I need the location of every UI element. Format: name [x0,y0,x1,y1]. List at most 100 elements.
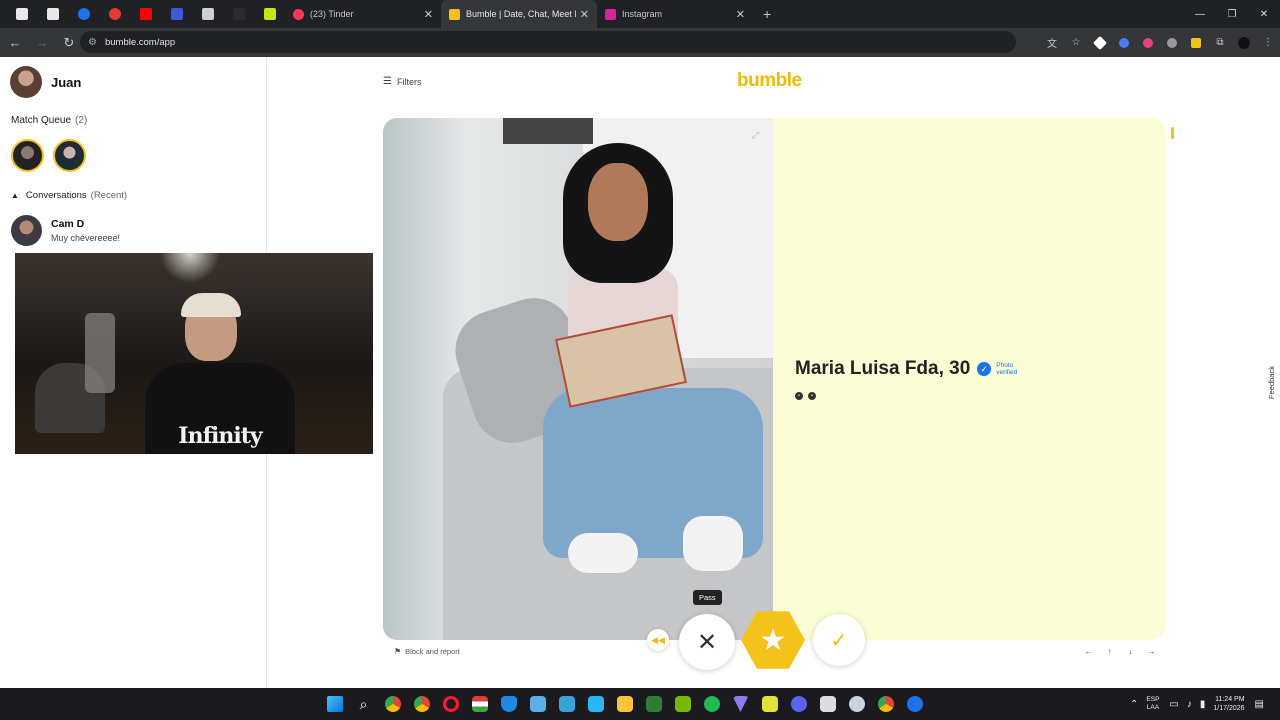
tab-instagram[interactable]: Instagram ✕ [597,0,753,28]
star-icon: ★ [759,623,787,657]
taskbar-app[interactable] [494,688,523,720]
taskbar-app[interactable] [523,688,552,720]
conversation-item[interactable]: Cam D Muy chévereeee! [11,215,120,246]
pass-button[interactable]: ✕ [679,614,735,670]
verified-label: Photo verified [996,362,1018,376]
app-icon [761,696,778,712]
rewind-icon: ◀◀ [651,634,665,645]
taskbar-app[interactable] [552,688,581,720]
steam-icon [848,696,865,712]
taskbar-app[interactable] [378,688,407,720]
rewind-button[interactable]: ◀◀ [647,629,669,651]
match-queue-avatar[interactable] [53,139,86,172]
forward-icon[interactable]: → [30,31,54,55]
extension-icon[interactable] [1112,31,1136,55]
conversation-name: Cam D [51,218,85,230]
taskbar-app[interactable] [842,688,871,720]
extension-icon[interactable] [1184,31,1208,55]
pinned-tab[interactable] [223,0,254,28]
start-button[interactable] [320,688,349,720]
feedback-label: Feedback [1266,365,1276,399]
tab-favicon-icon [77,8,90,20]
volume-icon[interactable]: ♪ [1187,699,1192,710]
taskbar-app[interactable] [871,688,900,720]
restore-icon[interactable]: ❐ [1216,0,1248,28]
tab-favicon-icon [15,8,28,20]
tab-bumble[interactable]: Bumble | Date, Chat, Meet New ✕ [441,0,597,28]
taskbar-app[interactable] [813,688,842,720]
reload-icon[interactable]: ↻ [57,31,81,55]
like-button[interactable]: ✓ [813,614,865,666]
close-window-icon[interactable]: ✕ [1248,0,1280,28]
expand-icon[interactable]: ⤢ [752,130,759,141]
taskbar-app[interactable] [639,688,668,720]
search-button[interactable]: ⌕ [349,688,378,720]
taskbar-app[interactable] [784,688,813,720]
profile-avatar-icon[interactable] [1232,31,1256,55]
pinned-tab[interactable] [254,0,285,28]
close-tab-icon[interactable]: ✕ [736,8,745,21]
user-profile-link[interactable]: Juan [10,66,81,98]
arrow-up-icon: ↑ [1107,647,1112,656]
browser-menu-icon[interactable]: ⋮ [1256,31,1280,55]
minimize-icon[interactable]: — [1184,0,1216,28]
feedback-tab[interactable]: Feedback [1262,357,1280,407]
address-bar[interactable]: ⚙ bumble.com/app [80,31,1016,53]
tinder-favicon-icon [293,8,304,20]
browser-tab-strip: (23) Tinder ✕ Bumble | Date, Chat, Meet … [0,0,1280,28]
tab-tinder[interactable]: (23) Tinder ✕ [285,0,441,28]
extensions-puzzle-icon[interactable]: ⧉ [1208,31,1232,55]
extension-icon[interactable] [1160,31,1184,55]
back-icon[interactable]: ← [3,31,27,55]
pinned-tab[interactable] [99,0,130,28]
scroll-indicator[interactable] [1171,127,1174,139]
app-icon [819,696,836,712]
notification-icon[interactable]: ▤ [1255,699,1264,710]
translate-icon[interactable]: 文 [1040,31,1064,55]
taskbar-app[interactable] [581,688,610,720]
filters-button[interactable]: ☰ Filters [383,76,421,87]
extension-icon[interactable] [1136,31,1160,55]
taskbar-app[interactable] [436,688,465,720]
chevron-up-icon[interactable]: ⌃ [1130,699,1138,710]
profile-photo[interactable]: ⤢ [383,118,773,640]
flag-icon: ⚑ [394,647,402,656]
taskbar-app[interactable] [755,688,784,720]
sliders-icon: ☰ [383,76,392,87]
close-tab-icon[interactable]: ✕ [580,8,589,21]
network-icon[interactable]: ▭ [1169,699,1178,710]
pinned-tab[interactable] [192,0,223,28]
conversations-filter[interactable]: (Recent) [91,190,127,201]
tab-title: Bumble | Date, Chat, Meet New [466,9,576,19]
bookmark-star-icon[interactable]: ☆ [1064,31,1088,55]
pinned-tab[interactable] [37,0,68,28]
taskbar-app[interactable] [610,688,639,720]
clock[interactable]: 11:24 PM 1/17/2026 [1213,695,1244,713]
taskbar-app[interactable] [726,688,755,720]
language-indicator[interactable]: ESP LAA [1146,696,1159,712]
close-tab-icon[interactable]: ✕ [424,8,433,21]
pinned-tab[interactable] [161,0,192,28]
app-icon [587,696,604,712]
battery-icon[interactable]: ▮ [1200,699,1206,710]
pinned-tab[interactable] [130,0,161,28]
chrome-icon [384,696,401,712]
taskbar-app[interactable] [697,688,726,720]
profile-info: Maria Luisa Fda, 30 ✓ Photo verified • • [795,358,1030,400]
match-queue-avatar[interactable] [11,139,44,172]
pinned-tabs [0,0,285,28]
taskbar-app[interactable] [668,688,697,720]
conversations-toggle[interactable]: ▲ Conversations (Recent) [11,190,127,201]
taskbar-app[interactable] [407,688,436,720]
new-tab-button[interactable]: + [763,6,771,22]
taskbar-app[interactable] [900,688,929,720]
extension-icon[interactable] [1088,31,1112,55]
pinned-tab[interactable] [68,0,99,28]
pinned-tab[interactable] [6,0,37,28]
site-info-icon[interactable]: ⚙ [88,37,97,48]
block-and-report-link[interactable]: ⚑ Block and report [394,647,460,656]
system-tray: ⌃ ESP LAA ▭ ♪ ▮ 11:24 PM 1/17/2026 ▤ [1130,688,1272,720]
taskbar-app[interactable] [465,688,494,720]
avatar[interactable] [10,66,42,98]
search-icon: ⌕ [359,695,368,712]
